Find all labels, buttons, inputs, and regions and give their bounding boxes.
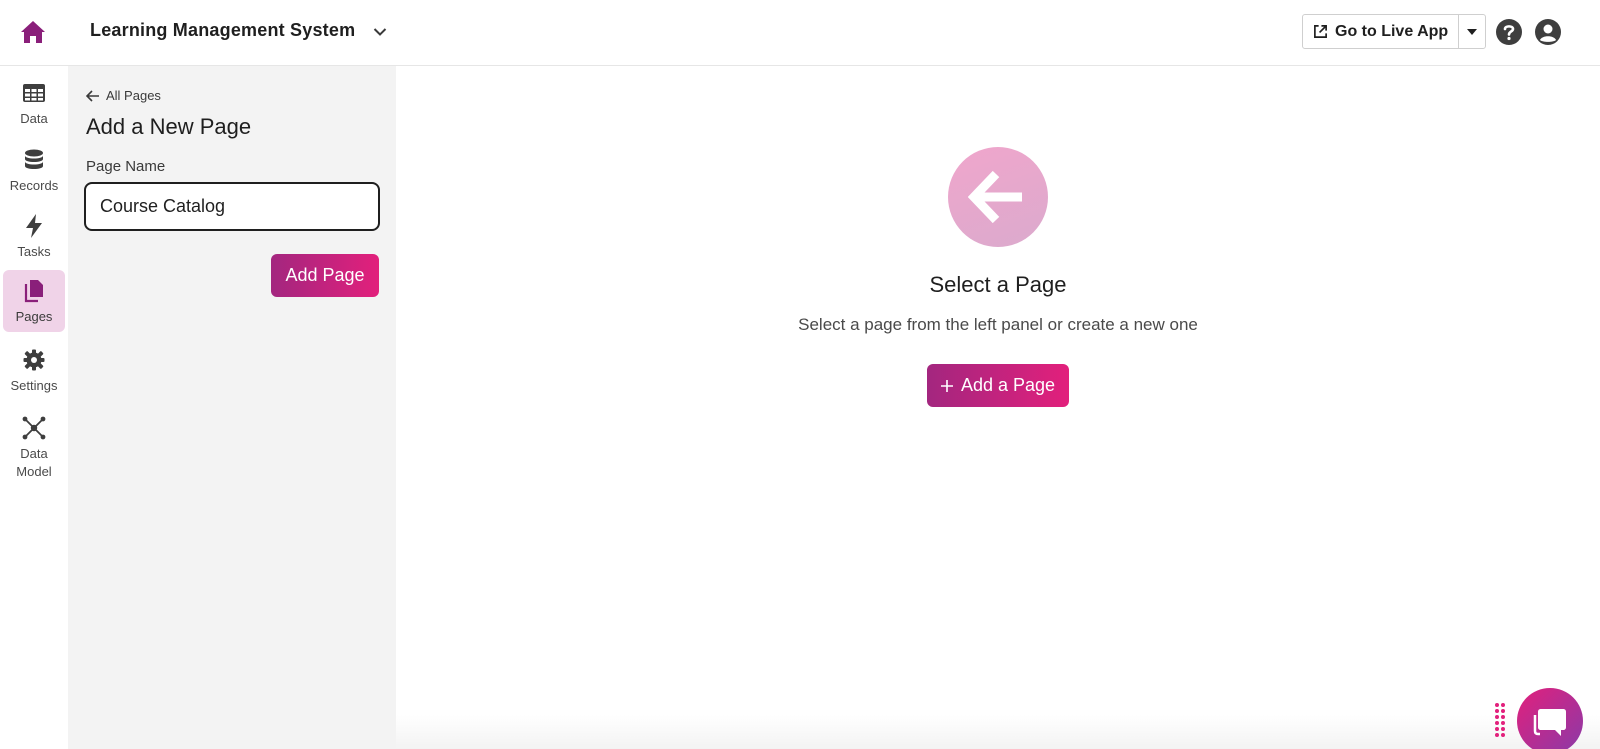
page-name-label: Page Name [86, 158, 166, 175]
rail-item-label: Data Model [16, 446, 52, 479]
bottom-fade [396, 715, 1600, 749]
rail-item-label: Pages [15, 309, 53, 324]
rail-item-label: Records [9, 178, 59, 193]
go-to-live-app-label: Go to Live App [1335, 22, 1449, 40]
main-content: Select a Page Select a page from the lef… [396, 66, 1600, 749]
rail-item-data-model[interactable]: Data Model [3, 407, 65, 485]
add-a-page-label: Add a Page [960, 375, 1056, 395]
pages-icon [21, 278, 47, 304]
all-pages-back-link[interactable]: All Pages [86, 88, 161, 103]
top-bar: Learning Management System Go to Live Ap… [0, 0, 1600, 66]
rail-item-label: Settings [10, 378, 58, 393]
rail-item-label: Data [20, 111, 48, 126]
rail-item-data[interactable]: Data [3, 72, 65, 130]
chat-bubble-icon [1533, 709, 1566, 736]
back-link-label: All Pages [106, 88, 161, 103]
home-icon[interactable] [18, 18, 48, 46]
page-name-input[interactable] [84, 182, 380, 231]
network-icon [21, 415, 47, 441]
rail-item-records[interactable]: Records [3, 139, 65, 197]
rail-item-tasks[interactable]: Tasks [3, 205, 65, 263]
arrow-left-icon [86, 89, 99, 102]
external-link-icon [1314, 25, 1327, 38]
bolt-icon [21, 213, 47, 239]
database-icon [21, 147, 47, 173]
empty-state-title: Select a Page [929, 272, 1067, 297]
drag-handle-icon[interactable] [1494, 702, 1506, 738]
arrow-left-circle-icon [948, 147, 1048, 247]
rail-item-label: Tasks [17, 244, 51, 259]
app-title[interactable]: Learning Management System [90, 20, 355, 41]
go-to-live-app-button[interactable]: Go to Live App [1303, 15, 1458, 48]
empty-state-subtitle: Select a page from the left panel or cre… [798, 315, 1198, 334]
rail-item-settings[interactable]: Settings [3, 339, 65, 397]
add-page-panel: All Pages Add a New Page Page Name Add P… [68, 66, 396, 749]
caret-down-icon [1467, 28, 1478, 35]
live-app-dropdown-caret[interactable] [1458, 15, 1485, 48]
table-icon [21, 80, 47, 106]
panel-title: Add a New Page [86, 114, 252, 139]
gear-icon [21, 347, 47, 373]
add-page-button[interactable]: Add Page [271, 254, 379, 297]
add-a-page-button[interactable]: Add a Page [927, 364, 1069, 407]
chat-widget-button[interactable] [1517, 688, 1583, 749]
left-nav-rail: Data Records Tasks Pages Settings Data M… [0, 66, 68, 749]
live-app-button-group: Go to Live App [1302, 14, 1487, 49]
plus-icon [940, 379, 953, 392]
rail-item-pages[interactable]: Pages [3, 270, 65, 332]
help-icon[interactable] [1495, 18, 1523, 46]
user-avatar-icon[interactable] [1534, 18, 1562, 46]
chevron-down-icon[interactable] [370, 22, 390, 42]
